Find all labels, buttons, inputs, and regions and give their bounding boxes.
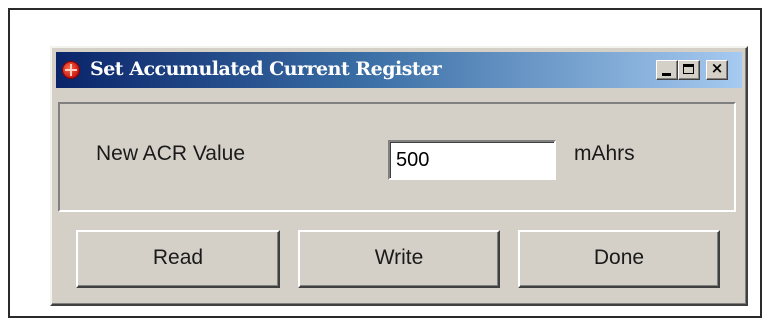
minimize-button[interactable]	[656, 60, 678, 80]
title-bar[interactable]: Set Accumulated Current Register ×	[56, 52, 742, 88]
acr-value-label: New ACR Value	[96, 142, 246, 165]
maximize-button[interactable]	[678, 60, 700, 80]
close-icon: ×	[710, 59, 724, 77]
dialog-window: Set Accumulated Current Register × New A…	[50, 46, 748, 306]
unit-label: mAhrs	[574, 142, 635, 165]
maximize-icon	[683, 64, 694, 74]
acr-group: New ACR Value mAhrs	[58, 102, 736, 212]
app-logo-icon[interactable]	[62, 61, 80, 79]
image-frame: Set Accumulated Current Register × New A…	[8, 8, 762, 318]
minimize-icon	[662, 73, 671, 76]
write-button[interactable]: Write	[298, 230, 500, 288]
done-button[interactable]: Done	[518, 230, 720, 288]
read-button[interactable]: Read	[76, 230, 280, 288]
window-title: Set Accumulated Current Register	[90, 58, 442, 80]
acr-value-input[interactable]	[388, 140, 556, 180]
close-button[interactable]: ×	[706, 59, 728, 80]
